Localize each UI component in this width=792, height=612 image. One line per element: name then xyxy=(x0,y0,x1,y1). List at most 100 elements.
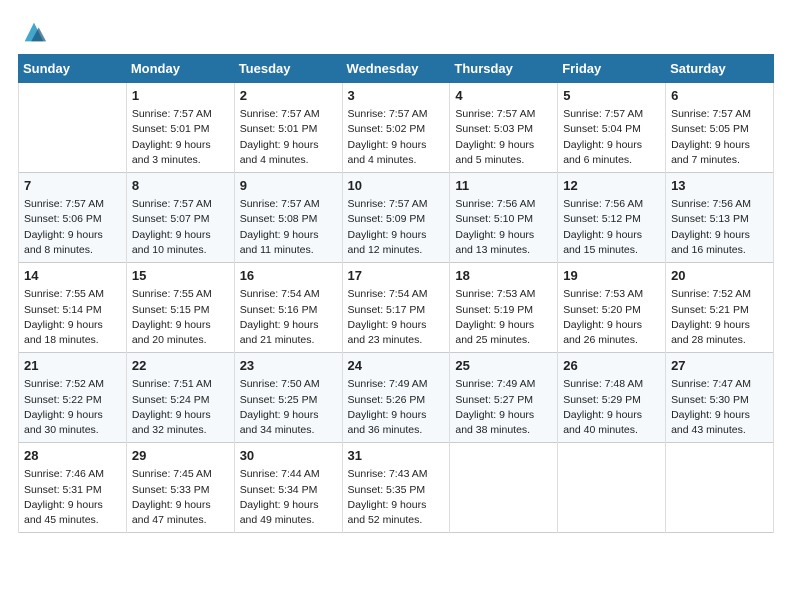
cell-3-3: 16 Sunrise: 7:54 AMSunset: 5:16 PMDayligh… xyxy=(234,263,342,353)
cell-2-3: 9Sunrise: 7:57 AMSunset: 5:08 PMDaylight… xyxy=(234,173,342,263)
day-number: 6 xyxy=(671,87,768,105)
cell-4-1: 21 Sunrise: 7:52 AMSunset: 5:22 PMDayligh… xyxy=(19,353,127,443)
cell-1-3: 2 Sunrise: 7:57 AMSunset: 5:01 PMDaylight… xyxy=(234,83,342,173)
day-number: 19 xyxy=(563,267,660,285)
cell-5-2: 29 Sunrise: 7:45 AMSunset: 5:33 PMDayligh… xyxy=(126,443,234,533)
cell-content: Sunrise: 7:51 AMSunset: 5:24 PMDaylight:… xyxy=(132,377,229,438)
cell-content: Sunrise: 7:57 AMSunset: 5:05 PMDaylight:… xyxy=(671,107,768,168)
day-number: 25 xyxy=(455,357,552,375)
day-number: 23 xyxy=(240,357,337,375)
column-header-sunday: Sunday xyxy=(19,55,127,83)
day-number: 31 xyxy=(348,447,445,465)
cell-5-3: 30Sunrise: 7:44 AMSunset: 5:34 PMDayligh… xyxy=(234,443,342,533)
page-container: SundayMondayTuesdayWednesdayThursdayFrid… xyxy=(0,0,792,543)
cell-content: Sunrise: 7:43 AMSunset: 5:35 PMDaylight:… xyxy=(348,467,445,528)
day-number: 7 xyxy=(24,177,121,195)
cell-content: Sunrise: 7:56 AMSunset: 5:13 PMDaylight:… xyxy=(671,197,768,258)
cell-3-7: 20Sunrise: 7:52 AMSunset: 5:21 PMDayligh… xyxy=(666,263,774,353)
cell-1-6: 5Sunrise: 7:57 AMSunset: 5:04 PMDaylight… xyxy=(558,83,666,173)
column-header-thursday: Thursday xyxy=(450,55,558,83)
cell-content: Sunrise: 7:56 AMSunset: 5:10 PMDaylight:… xyxy=(455,197,552,258)
cell-content: Sunrise: 7:55 AMSunset: 5:14 PMDaylight:… xyxy=(24,287,121,348)
cell-content: Sunrise: 7:57 AMSunset: 5:01 PMDaylight:… xyxy=(132,107,229,168)
cell-content: Sunrise: 7:54 AMSunset: 5:17 PMDaylight:… xyxy=(348,287,445,348)
day-number: 18 xyxy=(455,267,552,285)
week-row-3: 14 Sunrise: 7:55 AMSunset: 5:14 PMDayligh… xyxy=(19,263,774,353)
day-number: 16 xyxy=(240,267,337,285)
day-number: 12 xyxy=(563,177,660,195)
day-number: 2 xyxy=(240,87,337,105)
cell-content: Sunrise: 7:49 AMSunset: 5:26 PMDaylight:… xyxy=(348,377,445,438)
cell-content: Sunrise: 7:49 AMSunset: 5:27 PMDaylight:… xyxy=(455,377,552,438)
cell-1-4: 3Sunrise: 7:57 AMSunset: 5:02 PMDaylight… xyxy=(342,83,450,173)
cell-content: Sunrise: 7:52 AMSunset: 5:22 PMDaylight:… xyxy=(24,377,121,438)
week-row-4: 21 Sunrise: 7:52 AMSunset: 5:22 PMDayligh… xyxy=(19,353,774,443)
cell-1-5: 4Sunrise: 7:57 AMSunset: 5:03 PMDaylight… xyxy=(450,83,558,173)
logo xyxy=(18,18,48,46)
cell-5-5 xyxy=(450,443,558,533)
cell-4-7: 27Sunrise: 7:47 AMSunset: 5:30 PMDayligh… xyxy=(666,353,774,443)
week-row-2: 7 Sunrise: 7:57 AMSunset: 5:06 PMDaylight… xyxy=(19,173,774,263)
cell-content: Sunrise: 7:45 AMSunset: 5:33 PMDaylight:… xyxy=(132,467,229,528)
header-row: SundayMondayTuesdayWednesdayThursdayFrid… xyxy=(19,55,774,83)
day-number: 28 xyxy=(24,447,121,465)
cell-4-4: 24Sunrise: 7:49 AMSunset: 5:26 PMDayligh… xyxy=(342,353,450,443)
column-header-monday: Monday xyxy=(126,55,234,83)
cell-content: Sunrise: 7:54 AMSunset: 5:16 PMDaylight:… xyxy=(240,287,337,348)
cell-5-4: 31 Sunrise: 7:43 AMSunset: 5:35 PMDayligh… xyxy=(342,443,450,533)
cell-3-6: 19 Sunrise: 7:53 AMSunset: 5:20 PMDayligh… xyxy=(558,263,666,353)
day-number: 26 xyxy=(563,357,660,375)
cell-4-5: 25 Sunrise: 7:49 AMSunset: 5:27 PMDayligh… xyxy=(450,353,558,443)
cell-content: Sunrise: 7:50 AMSunset: 5:25 PMDaylight:… xyxy=(240,377,337,438)
cell-1-7: 6 Sunrise: 7:57 AMSunset: 5:05 PMDaylight… xyxy=(666,83,774,173)
cell-content: Sunrise: 7:57 AMSunset: 5:02 PMDaylight:… xyxy=(348,107,445,168)
cell-content: Sunrise: 7:55 AMSunset: 5:15 PMDaylight:… xyxy=(132,287,229,348)
cell-content: Sunrise: 7:56 AMSunset: 5:12 PMDaylight:… xyxy=(563,197,660,258)
day-number: 14 xyxy=(24,267,121,285)
cell-content: Sunrise: 7:57 AMSunset: 5:03 PMDaylight:… xyxy=(455,107,552,168)
cell-2-1: 7 Sunrise: 7:57 AMSunset: 5:06 PMDaylight… xyxy=(19,173,127,263)
cell-2-6: 12 Sunrise: 7:56 AMSunset: 5:12 PMDayligh… xyxy=(558,173,666,263)
cell-1-2: 1Sunrise: 7:57 AMSunset: 5:01 PMDaylight… xyxy=(126,83,234,173)
day-number: 11 xyxy=(455,177,552,195)
cell-4-2: 22 Sunrise: 7:51 AMSunset: 5:24 PMDayligh… xyxy=(126,353,234,443)
day-number: 17 xyxy=(348,267,445,285)
day-number: 10 xyxy=(348,177,445,195)
cell-content: Sunrise: 7:57 AMSunset: 5:06 PMDaylight:… xyxy=(24,197,121,258)
page-header xyxy=(18,18,774,46)
day-number: 27 xyxy=(671,357,768,375)
column-header-wednesday: Wednesday xyxy=(342,55,450,83)
cell-4-6: 26 Sunrise: 7:48 AMSunset: 5:29 PMDayligh… xyxy=(558,353,666,443)
cell-3-4: 17 Sunrise: 7:54 AMSunset: 5:17 PMDayligh… xyxy=(342,263,450,353)
day-number: 5 xyxy=(563,87,660,105)
cell-5-1: 28 Sunrise: 7:46 AMSunset: 5:31 PMDayligh… xyxy=(19,443,127,533)
cell-content: Sunrise: 7:57 AMSunset: 5:09 PMDaylight:… xyxy=(348,197,445,258)
cell-4-3: 23 Sunrise: 7:50 AMSunset: 5:25 PMDayligh… xyxy=(234,353,342,443)
logo-icon xyxy=(20,18,48,46)
calendar-table: SundayMondayTuesdayWednesdayThursdayFrid… xyxy=(18,54,774,533)
cell-content: Sunrise: 7:46 AMSunset: 5:31 PMDaylight:… xyxy=(24,467,121,528)
calendar-body: 1Sunrise: 7:57 AMSunset: 5:01 PMDaylight… xyxy=(19,83,774,533)
day-number: 20 xyxy=(671,267,768,285)
cell-2-7: 13 Sunrise: 7:56 AMSunset: 5:13 PMDayligh… xyxy=(666,173,774,263)
cell-5-7 xyxy=(666,443,774,533)
cell-content: Sunrise: 7:57 AMSunset: 5:07 PMDaylight:… xyxy=(132,197,229,258)
day-number: 21 xyxy=(24,357,121,375)
column-header-friday: Friday xyxy=(558,55,666,83)
day-number: 30 xyxy=(240,447,337,465)
cell-2-4: 10 Sunrise: 7:57 AMSunset: 5:09 PMDayligh… xyxy=(342,173,450,263)
cell-2-5: 11 Sunrise: 7:56 AMSunset: 5:10 PMDayligh… xyxy=(450,173,558,263)
cell-content: Sunrise: 7:48 AMSunset: 5:29 PMDaylight:… xyxy=(563,377,660,438)
day-number: 13 xyxy=(671,177,768,195)
cell-content: Sunrise: 7:57 AMSunset: 5:01 PMDaylight:… xyxy=(240,107,337,168)
day-number: 15 xyxy=(132,267,229,285)
cell-3-5: 18Sunrise: 7:53 AMSunset: 5:19 PMDayligh… xyxy=(450,263,558,353)
cell-3-1: 14 Sunrise: 7:55 AMSunset: 5:14 PMDayligh… xyxy=(19,263,127,353)
column-header-saturday: Saturday xyxy=(666,55,774,83)
calendar-header: SundayMondayTuesdayWednesdayThursdayFrid… xyxy=(19,55,774,83)
day-number: 22 xyxy=(132,357,229,375)
cell-content: Sunrise: 7:53 AMSunset: 5:20 PMDaylight:… xyxy=(563,287,660,348)
week-row-1: 1Sunrise: 7:57 AMSunset: 5:01 PMDaylight… xyxy=(19,83,774,173)
day-number: 29 xyxy=(132,447,229,465)
week-row-5: 28 Sunrise: 7:46 AMSunset: 5:31 PMDayligh… xyxy=(19,443,774,533)
